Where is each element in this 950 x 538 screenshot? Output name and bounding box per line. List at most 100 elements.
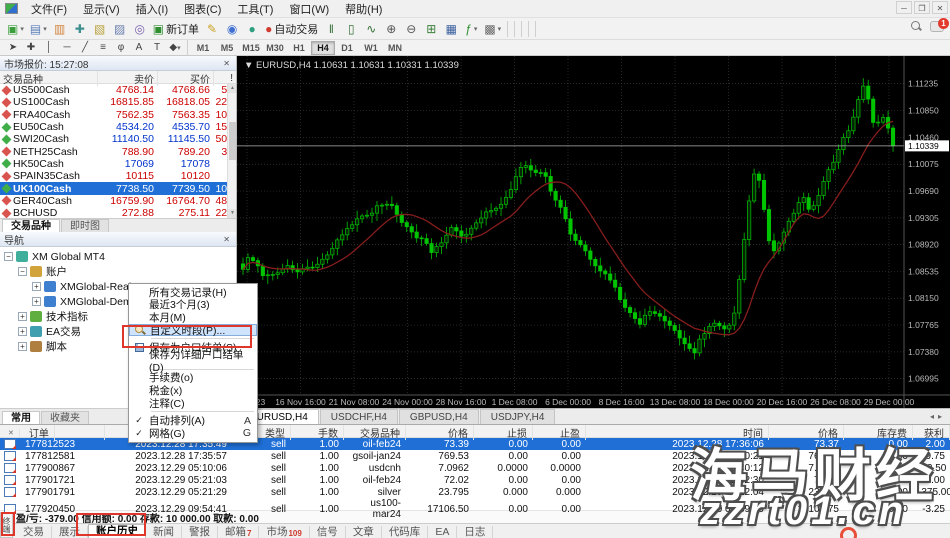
search-icon[interactable] (910, 20, 922, 32)
history-row[interactable]: 1778125812023.12.28 17:35:57sell1.00gsoi… (0, 450, 950, 462)
terminal-tab-代码库[interactable]: 代码库 (382, 526, 429, 538)
chart-tab[interactable]: USDJPY,H4 (480, 409, 556, 424)
market-watch-row[interactable]: HK50Cash17069170789 (0, 158, 236, 170)
history-row[interactable]: 1779008672023.12.29 05:10:06sell1.00usdc… (0, 462, 950, 474)
market-watch-row[interactable]: NETH25Cash788.90789.2030 (0, 145, 236, 157)
vline-tool[interactable]: │ (40, 41, 58, 55)
tile-windows-button[interactable]: ⊞ (421, 20, 441, 38)
channel-tool[interactable]: ≡ (94, 41, 112, 55)
expander-plus-icon[interactable]: + (18, 312, 27, 321)
menubar-item[interactable]: 帮助(H) (337, 3, 390, 17)
market-watch-button[interactable]: ▥ (50, 20, 70, 38)
menu-item[interactable]: ✓网格(G)G (129, 427, 257, 440)
expander-plus-icon[interactable]: + (18, 342, 27, 351)
menubar-item[interactable]: 文件(F) (23, 3, 75, 17)
navigator-tab[interactable]: 常用 (2, 411, 40, 424)
chart-tab[interactable]: GBPUSD,H4 (399, 409, 479, 424)
close-icon[interactable]: ✕ (3, 429, 20, 437)
close-button[interactable]: ✕ (932, 1, 948, 14)
timeframe-w1[interactable]: W1 (359, 41, 383, 55)
market-watch-row[interactable]: US100Cash16815.8516818.05220 (0, 96, 236, 108)
terminal-tab-新闻[interactable]: 新闻 (146, 526, 182, 538)
label-tool[interactable]: T (148, 41, 166, 55)
timeframe-d1[interactable]: D1 (335, 41, 359, 55)
expander-minus-icon[interactable]: − (18, 267, 27, 276)
metaeditor-button[interactable]: ✎ (202, 20, 222, 38)
notifications-icon[interactable]: 1 (930, 21, 944, 32)
tester-button[interactable]: ◎ (130, 20, 150, 38)
close-icon[interactable]: ✕ (221, 235, 232, 244)
expander-plus-icon[interactable]: + (32, 297, 41, 306)
menu-item[interactable]: 保存为详细户口结单(D) (129, 354, 257, 367)
market-watch-tab[interactable]: 即时图 (61, 219, 109, 232)
timeframe-h4[interactable]: H4 (311, 41, 335, 55)
terminal-tab-账户历史[interactable]: 账户历史 (88, 524, 146, 538)
trendline-tool[interactable]: ╱ (76, 41, 94, 55)
timeframe-m30[interactable]: M30 (263, 41, 287, 55)
navigator-tab[interactable]: 收藏夹 (41, 411, 89, 424)
tree-item[interactable]: −XM Global MT4 (0, 249, 236, 264)
market-watch-row[interactable]: SWI20Cash11140.5011145.50500 (0, 133, 236, 145)
menubar-item[interactable]: 显示(V) (75, 3, 128, 17)
zoom-in-button[interactable]: ⊕ (381, 20, 401, 38)
terminal-tab-市场[interactable]: 市场109 (259, 526, 309, 538)
history-row[interactable]: 1779017212023.12.29 05:21:03sell1.00oil-… (0, 474, 950, 486)
menu-item[interactable]: 自定义时段(P)... (129, 324, 257, 337)
timeframe-m15[interactable]: M15 (239, 41, 263, 55)
menubar-item[interactable]: 工具(T) (229, 3, 281, 17)
indicators-button[interactable]: ƒ▾ (461, 20, 481, 38)
expander-plus-icon[interactable]: + (18, 327, 27, 336)
restore-button[interactable]: ❐ (914, 1, 930, 14)
bars-button[interactable]: ‖ (321, 20, 341, 38)
crosshair-tool[interactable]: ✚ (22, 41, 40, 55)
menubar-item[interactable]: 图表(C) (176, 3, 229, 17)
timeframe-m1[interactable]: M1 (191, 41, 215, 55)
market-watch-row[interactable]: EU50Cash4534.204535.70150 (0, 121, 236, 133)
tree-item[interactable]: −账户 (0, 264, 236, 279)
market-watch-row[interactable]: GER40Cash16759.9016764.70480 (0, 195, 236, 207)
navigator-button[interactable]: ▧ (90, 20, 110, 38)
timeframe-mn[interactable]: MN (383, 41, 407, 55)
history-row[interactable]: 1779204502023.12.29 09:54:41sell1.00us10… (0, 498, 950, 510)
market-watch-row[interactable]: UK100Cash7738.507739.50100 (0, 182, 236, 194)
candles-button[interactable]: ▯ (341, 20, 361, 38)
expander-minus-icon[interactable]: − (4, 252, 13, 261)
arrange-button[interactable]: ▦ (441, 20, 461, 38)
market-watch-row[interactable]: FRA40Cash7562.357563.35100 (0, 109, 236, 121)
text-tool[interactable]: A (130, 41, 148, 55)
fibo-tool[interactable]: φ (112, 41, 130, 55)
autotrading-button[interactable]: ●自动交易 (262, 20, 321, 38)
data-window-button[interactable]: ✚ (70, 20, 90, 38)
profiles-button[interactable]: ▤▾ (27, 20, 50, 38)
chart-tab[interactable]: USDCHF,H4 (320, 409, 398, 424)
menu-item[interactable]: 注释(C) (129, 397, 257, 410)
new-order-button[interactable]: ▣新订单 (150, 20, 202, 38)
terminal-button[interactable]: ▨ (110, 20, 130, 38)
terminal-tab-展示[interactable]: 展示 (52, 526, 88, 538)
menubar-item[interactable]: 窗口(W) (281, 3, 337, 17)
scrollbar-thumb[interactable] (229, 122, 236, 160)
market-watch-row[interactable]: US500Cash4768.144768.6652 (0, 84, 236, 96)
menubar-item[interactable]: 插入(I) (128, 3, 176, 17)
terminal-tab-交易[interactable]: 交易 (16, 526, 52, 538)
new-chart-button[interactable]: ▣▾ (4, 20, 27, 38)
tab-scroll-arrows[interactable]: ◂▸ (930, 412, 946, 421)
market-watch-row[interactable]: SPAIN35Cash10115101205 (0, 170, 236, 182)
line-chart-button[interactable]: ∿ (361, 20, 381, 38)
timeframe-m5[interactable]: M5 (215, 41, 239, 55)
price-chart[interactable]: 1.112351.108501.104601.100751.096901.093… (237, 56, 950, 408)
periods-button[interactable]: ▩▾ (481, 20, 504, 38)
terminal-vertical-tab[interactable]: 终端 (0, 512, 13, 538)
zoom-out-button[interactable]: ⊖ (401, 20, 421, 38)
terminal-tab-日志[interactable]: 日志 (457, 526, 493, 538)
scroll-up-icon[interactable]: ▲ (228, 84, 236, 93)
scrollbar[interactable]: ▲▼ (227, 84, 236, 218)
terminal-tab-邮箱[interactable]: 邮箱7 (218, 526, 259, 538)
news-button[interactable]: ● (242, 20, 262, 38)
terminal-tab-警报[interactable]: 警报 (182, 526, 218, 538)
scroll-down-icon[interactable]: ▼ (228, 209, 236, 218)
history-row[interactable]: 1779017912023.12.29 05:21:29sell1.00silv… (0, 486, 950, 498)
community-button[interactable]: ◉ (222, 20, 242, 38)
close-icon[interactable]: ✕ (221, 59, 232, 68)
minimize-button[interactable]: ─ (896, 1, 912, 14)
